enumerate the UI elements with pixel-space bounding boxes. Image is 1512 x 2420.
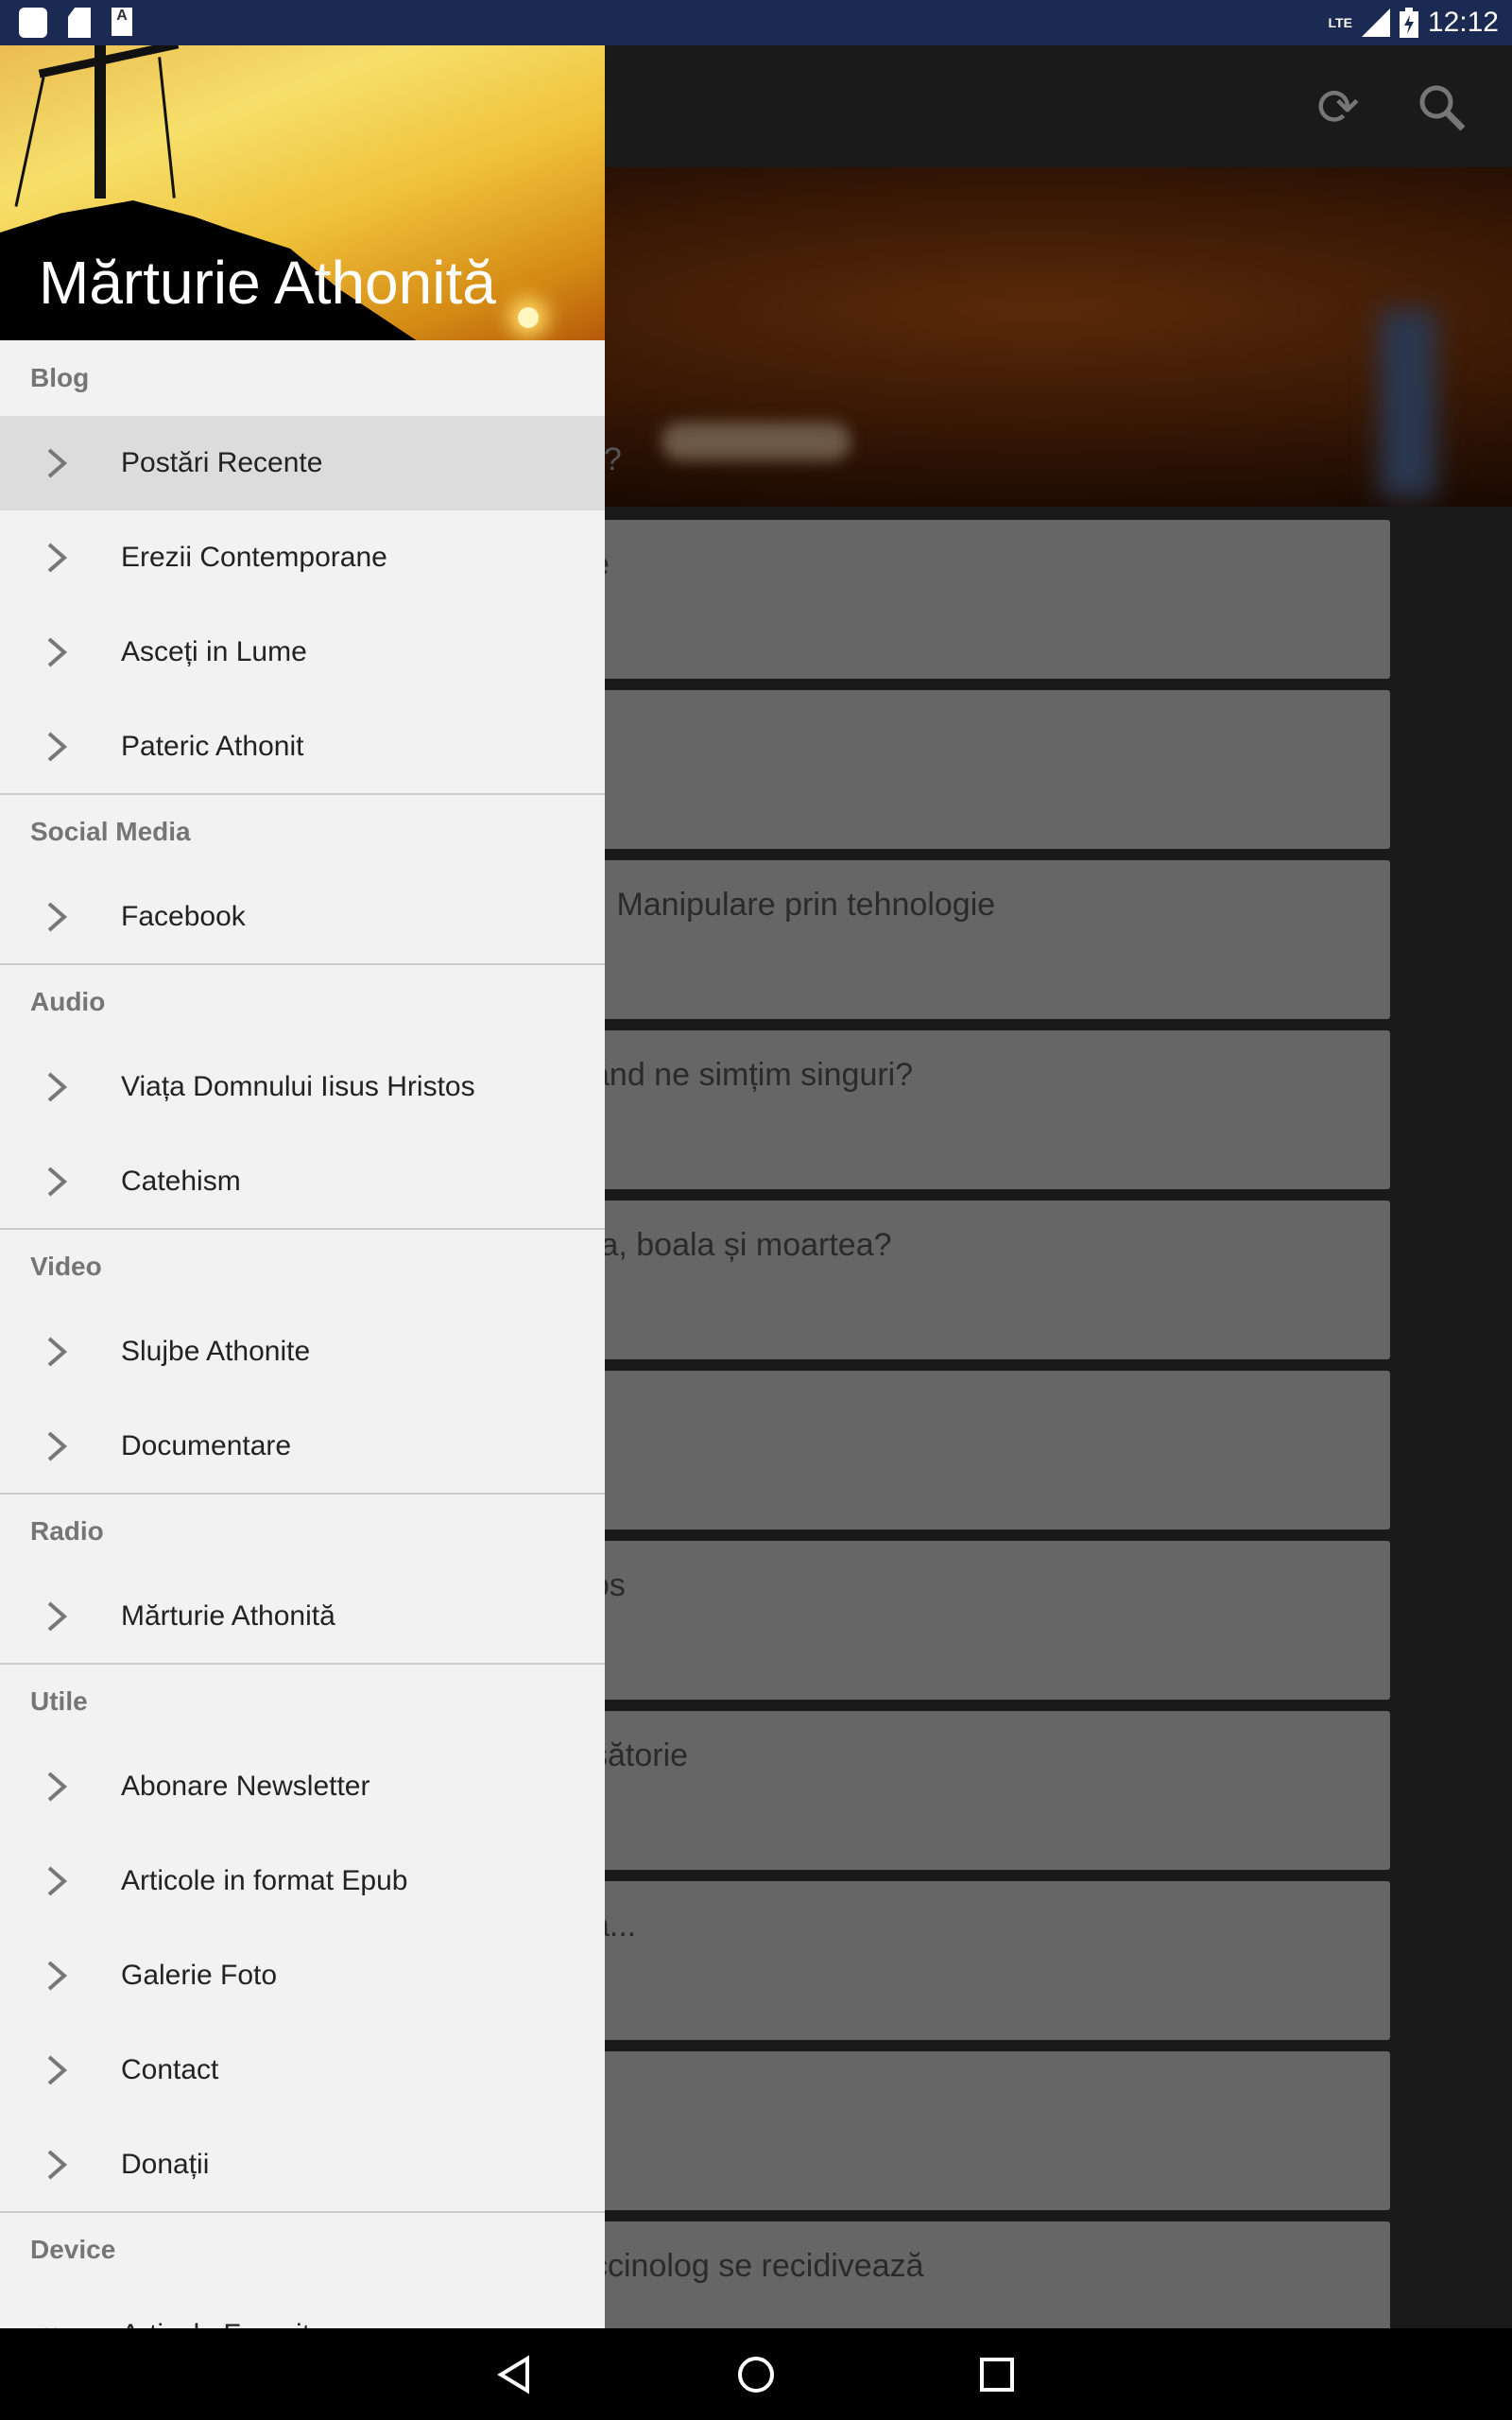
chevron-right-icon [47, 448, 68, 478]
section-header: Blog [30, 363, 90, 392]
menu-item[interactable]: Donații [0, 2118, 605, 2212]
section-header: Audio [30, 987, 106, 1016]
menu-item-label: Erezii Contemporane [121, 542, 387, 573]
chevron-right-icon [47, 732, 68, 762]
post-title: ccinolog se recidivează [592, 2248, 924, 2284]
menu-item-label: Viața Domnului Iisus Hristos [121, 1071, 475, 1102]
chevron-right-icon [47, 2055, 68, 2085]
section-header: Utile [30, 1686, 88, 1716]
menu-item[interactable]: Postări Recente [0, 416, 605, 510]
post-title: ând ne simțim singuri? [592, 1057, 914, 1093]
post-card[interactable]: sătorie [529, 1711, 1390, 1870]
section-divider [0, 1493, 605, 1495]
search-icon[interactable] [1414, 79, 1470, 136]
menu-item[interactable]: Documentare [0, 1399, 605, 1494]
section-header: Radio [30, 1516, 104, 1546]
menu-item-label: Documentare [121, 1430, 292, 1461]
menu-item[interactable]: Slujbe Athonite [0, 1305, 605, 1399]
menu-item[interactable]: Contact [0, 2023, 605, 2118]
menu-item-label: Mărturie Athonită [121, 1600, 335, 1632]
menu-item[interactable]: Mărturie Athonită [0, 1569, 605, 1664]
post-card[interactable]: os [529, 1541, 1390, 1700]
back-icon[interactable] [491, 2353, 539, 2396]
menu-item[interactable]: Erezii Contemporane [0, 510, 605, 605]
section-header: Social Media [30, 817, 191, 846]
menu-item[interactable]: Articole in format Epub [0, 1834, 605, 1928]
menu-item-label: Asceți in Lume [121, 636, 307, 667]
drawer-title: Mărturie Athonită [39, 249, 496, 317]
menu-item-label: Postări Recente [121, 447, 323, 478]
chevron-right-icon [47, 902, 68, 932]
menu-item-label: Articole in format Epub [121, 1865, 408, 1896]
refresh-icon[interactable]: ⟳ [1310, 79, 1366, 136]
navigation-drawer: Mărturie Athonită Blog Postări Recente Ere… [0, 0, 605, 2328]
chevron-right-icon [47, 1431, 68, 1461]
post-card[interactable] [529, 2051, 1390, 2210]
section-divider [0, 1228, 605, 1230]
chevron-right-icon [47, 1961, 68, 1991]
section-divider [0, 793, 605, 795]
menu-item[interactable]: Galerie Foto [0, 1928, 605, 2023]
menu-item[interactable]: Abonare Newsletter [0, 1739, 605, 1834]
network-type: LTE [1328, 15, 1352, 30]
post-card[interactable] [529, 690, 1390, 849]
post-card[interactable]: i. Manipulare prin tehnologie [529, 860, 1390, 1019]
navigation-bar [0, 2328, 1512, 2420]
menu-item[interactable]: ♥ Articole Favorite [0, 2288, 605, 2328]
menu-item-label: Catehism [121, 1166, 241, 1197]
drawer-header: Mărturie Athonită [0, 0, 605, 340]
section-divider [0, 2211, 605, 2213]
signal-icon [1361, 9, 1390, 37]
menu-item-label: Contact [121, 2054, 219, 2085]
section-header: Video [30, 1252, 102, 1281]
recents-icon[interactable] [973, 2353, 1021, 2396]
post-title: i. Manipulare prin tehnologie [592, 887, 996, 923]
menu-item[interactable]: Asceți in Lume [0, 605, 605, 700]
chevron-right-icon [47, 1601, 68, 1632]
menu-item-label: Donații [121, 2149, 210, 2180]
chevron-right-icon [47, 1772, 68, 1802]
chevron-right-icon [47, 1072, 68, 1102]
battery-charging-icon [1399, 8, 1418, 38]
menu-item-label: Abonare Newsletter [121, 1771, 370, 1802]
post-card[interactable]: ța, boala și moartea? [529, 1201, 1390, 1359]
menu-item[interactable]: Pateric Athonit [0, 700, 605, 794]
section-divider [0, 1663, 605, 1665]
chevron-right-icon [47, 637, 68, 667]
post-card[interactable]: e [529, 520, 1390, 679]
menu-item-label: Slujbe Athonite [121, 1336, 311, 1367]
chevron-right-icon [47, 1337, 68, 1367]
menu-item-label: Articole Favorite [121, 2319, 326, 2328]
chevron-right-icon [47, 2150, 68, 2180]
menu-item-label: Pateric Athonit [121, 731, 304, 762]
post-card[interactable] [529, 1371, 1390, 1530]
home-icon[interactable] [732, 2353, 780, 2396]
menu-item[interactable]: Catehism [0, 1134, 605, 1229]
menu-item-label: Galerie Foto [121, 1960, 278, 1991]
post-title: sătorie [592, 1737, 689, 1773]
post-card[interactable]: a... [529, 1881, 1390, 2040]
clock: 12:12 [1427, 7, 1499, 38]
status-bar: A LTE 12:12 [0, 0, 1512, 45]
chevron-right-icon [47, 543, 68, 573]
menu-item[interactable]: Facebook [0, 870, 605, 964]
section-divider [0, 963, 605, 965]
menu-item[interactable]: Viața Domnului Iisus Hristos [0, 1040, 605, 1134]
section-header: Device [30, 2235, 116, 2264]
keyboard-a-icon: A [112, 8, 132, 36]
sd-card-icon [68, 8, 91, 38]
heart-icon: ♥ [40, 2316, 62, 2328]
post-title: ța, boala și moartea? [592, 1227, 892, 1263]
app-notification-icon [19, 8, 47, 38]
menu-item-label: Facebook [121, 901, 246, 932]
chevron-right-icon [47, 1167, 68, 1197]
chevron-right-icon [47, 1866, 68, 1896]
post-card[interactable]: ând ne simțim singuri? [529, 1030, 1390, 1189]
